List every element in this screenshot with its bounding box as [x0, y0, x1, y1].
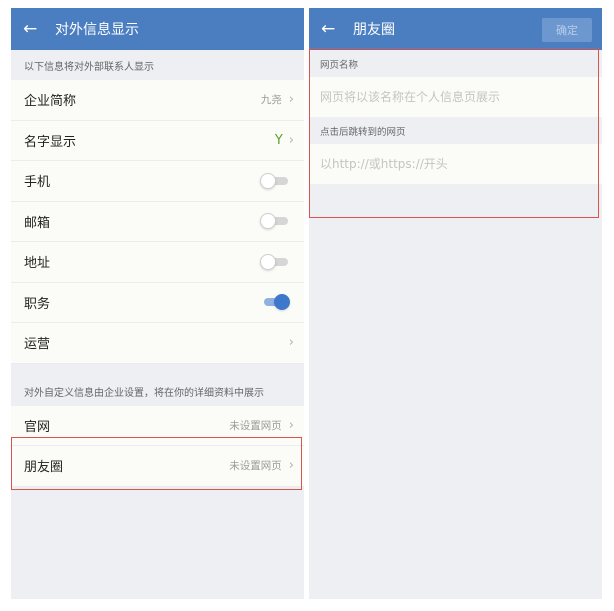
row-label: 名字显示: [24, 134, 77, 150]
back-arrow-icon[interactable]: ←: [321, 20, 339, 38]
row-label: 朋友圈: [24, 460, 64, 476]
confirm-button[interactable]: 确定: [542, 18, 592, 42]
row-label: 运营: [24, 337, 51, 353]
section-label-external: 以下信息将对外部联系人显示: [24, 61, 154, 73]
row-value: 未设置网页: [229, 419, 282, 432]
header-bar: ← 对外信息显示: [11, 8, 304, 50]
row-moments[interactable]: 朋友圈 未设置网页 ›: [11, 446, 304, 487]
row-website[interactable]: 官网 未设置网页 ›: [11, 405, 304, 446]
row-position: 职务: [11, 282, 304, 323]
moments-screen: ← 朋友圈 确定 网页名称 点击后跳转到的网页: [309, 8, 602, 599]
page-name-row: [309, 77, 602, 117]
chevron-right-icon: ›: [288, 458, 294, 474]
row-label: 企业简称: [24, 94, 77, 110]
chevron-right-icon: ›: [288, 417, 294, 433]
row-label: 地址: [24, 256, 51, 272]
row-email: 邮箱: [11, 201, 304, 242]
sprout-icon: Y: [274, 132, 283, 148]
row-label: 手机: [24, 175, 51, 191]
row-mobile: 手机: [11, 161, 304, 202]
header-bar: ← 朋友圈 确定: [309, 8, 602, 50]
section-label-target-url: 点击后跳转到的网页: [320, 126, 406, 138]
row-label: 邮箱: [24, 215, 51, 231]
page-title: 朋友圈: [353, 22, 395, 38]
row-company-short-name[interactable]: 企业简称 九尧 ›: [11, 80, 304, 121]
external-info-screen: ← 对外信息显示 以下信息将对外部联系人显示 企业简称 九尧 › 名字显示 Y …: [11, 8, 304, 599]
mobile-toggle[interactable]: [260, 172, 290, 189]
row-name-display[interactable]: 名字显示 Y ›: [11, 120, 304, 161]
page-name-input[interactable]: [320, 90, 602, 104]
row-value: 九尧: [260, 94, 282, 107]
email-toggle[interactable]: [260, 213, 290, 230]
back-arrow-icon[interactable]: ←: [23, 20, 41, 38]
row-address: 地址: [11, 242, 304, 283]
chevron-right-icon: ›: [288, 92, 294, 108]
row-operations[interactable]: 运营 ›: [11, 323, 304, 364]
target-url-input[interactable]: [320, 157, 602, 171]
position-toggle[interactable]: [260, 294, 290, 311]
row-label: 官网: [24, 419, 51, 435]
target-url-row: [309, 144, 602, 184]
row-label: 职务: [24, 296, 51, 312]
section-label-page-name: 网页名称: [320, 59, 359, 71]
address-toggle[interactable]: [260, 253, 290, 270]
chevron-right-icon: ›: [288, 132, 294, 148]
page-title: 对外信息显示: [55, 22, 139, 38]
section-label-custom: 对外自定义信息由企业设置，将在你的详细资料中展示: [24, 388, 264, 399]
row-value: 未设置网页: [229, 460, 282, 473]
chevron-right-icon: ›: [288, 335, 294, 351]
